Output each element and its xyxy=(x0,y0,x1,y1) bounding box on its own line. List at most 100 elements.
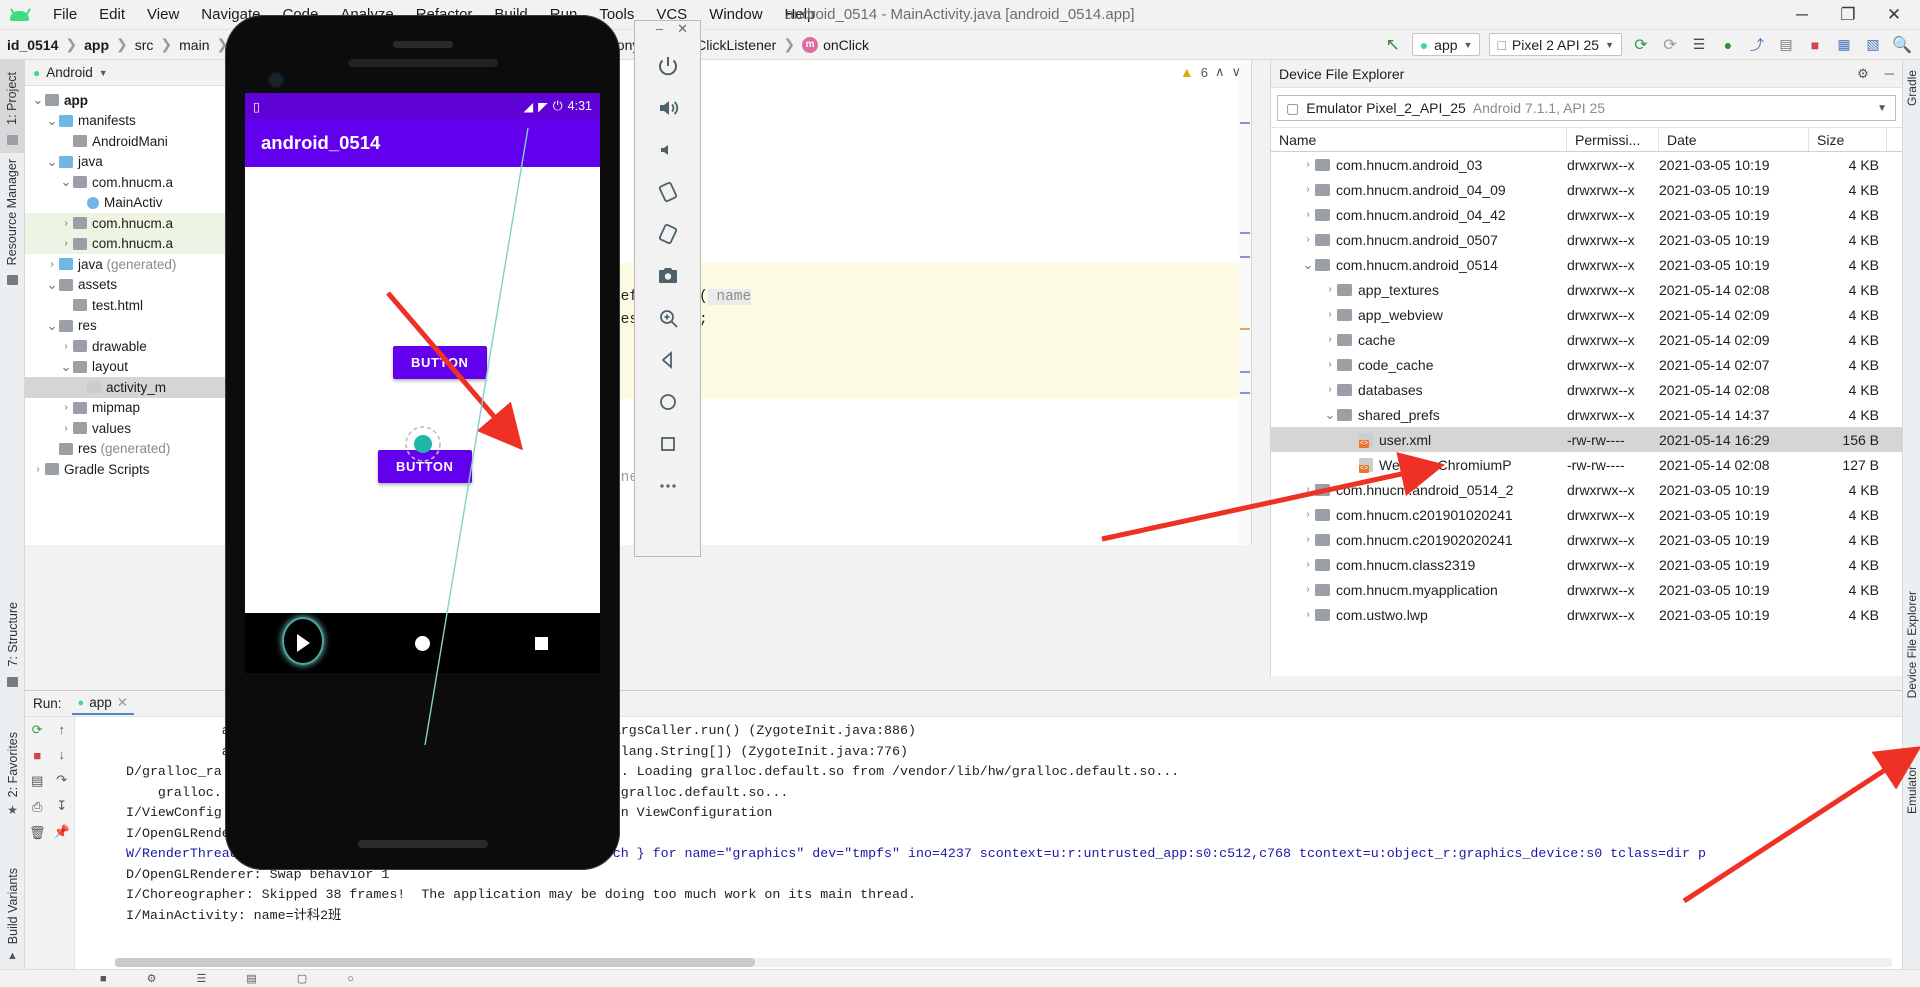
project-tree-row[interactable]: ⌄ manifests xyxy=(25,111,249,132)
sdk-manager-icon[interactable]: ▧ xyxy=(1863,35,1883,55)
power-icon[interactable] xyxy=(646,45,690,87)
tool-button-favorites[interactable]: 2: Favorites ★ xyxy=(0,726,25,817)
file-row[interactable]: › com.hnucm.myapplication drwxrwx--x 2021-0… xyxy=(1271,577,1902,602)
menu-file[interactable]: File xyxy=(42,3,88,26)
column-date[interactable]: Date xyxy=(1659,128,1809,151)
project-tree-row[interactable]: › java (generated) xyxy=(25,254,249,275)
status-icon-profiler[interactable]: ▤ xyxy=(246,972,256,985)
file-row[interactable]: ⌄ com.hnucm.android_0514 drwxrwx--x 2021-03… xyxy=(1271,252,1902,277)
status-icon-build[interactable]: ⚙ xyxy=(147,972,157,985)
recents-square-icon[interactable] xyxy=(534,636,548,650)
minimize-panel-icon[interactable]: ─ xyxy=(1885,66,1894,82)
tool-button-emulator[interactable]: Emulator xyxy=(1905,760,1919,820)
menu-edit[interactable]: Edit xyxy=(88,3,136,26)
chevron-right-icon[interactable]: › xyxy=(59,218,73,229)
chevron-right-icon[interactable]: › xyxy=(59,423,73,434)
attach-debugger-icon[interactable]: ⤴ xyxy=(1747,35,1767,55)
hammer-icon[interactable]: ↖ xyxy=(1383,35,1403,55)
chevron-down-icon[interactable]: ⌄ xyxy=(45,114,59,127)
chevron-right-icon[interactable]: › xyxy=(1301,184,1315,195)
back-button[interactable] xyxy=(282,617,325,665)
chevron-right-icon[interactable]: › xyxy=(59,341,73,352)
stop-icon[interactable]: ■ xyxy=(33,748,41,763)
chevron-right-icon[interactable]: › xyxy=(1301,159,1315,170)
file-row[interactable]: › com.hnucm.android_0514_2 drwxrwx--x 2021-… xyxy=(1271,477,1902,502)
button-2[interactable]: BUTTON xyxy=(378,450,472,483)
more-icon[interactable] xyxy=(646,465,690,507)
layout-icon[interactable]: ▤ xyxy=(31,773,43,789)
chevron-right-icon[interactable]: › xyxy=(31,464,45,475)
file-row[interactable]: › com.hnucm.android_04_42 drwxrwx--x 2021-0… xyxy=(1271,202,1902,227)
project-tree-row[interactable]: › Gradle Scripts xyxy=(25,459,249,480)
file-row[interactable]: › com.ustwo.lwp drwxrwx--x 2021-03-05 10:19… xyxy=(1271,602,1902,627)
pin-icon[interactable]: 📌 xyxy=(54,824,70,840)
project-tree-row[interactable]: res (generated) xyxy=(25,439,249,460)
close-button[interactable]: ✕ xyxy=(1884,5,1904,25)
chevron-right-icon[interactable]: › xyxy=(1301,534,1315,545)
chevron-right-icon[interactable]: › xyxy=(1323,359,1337,370)
chevron-right-icon[interactable]: › xyxy=(59,402,73,413)
screenshot-icon[interactable] xyxy=(646,255,690,297)
file-row[interactable]: ⌄ shared_prefs drwxrwx--x 2021-05-14 14:37 4… xyxy=(1271,402,1902,427)
chevron-down-icon[interactable]: ⌄ xyxy=(1301,258,1315,271)
project-tree-row[interactable]: activity_m xyxy=(25,377,249,398)
emulator-minimize-button[interactable]: – xyxy=(656,21,663,45)
home-circle-icon[interactable] xyxy=(414,635,430,651)
menu-window[interactable]: Window xyxy=(698,3,773,26)
file-row[interactable]: › app_webview drwxrwx--x 2021-05-14 02:09 4 … xyxy=(1271,302,1902,327)
chevron-right-icon[interactable]: › xyxy=(1323,284,1337,295)
chevron-down-icon[interactable]: ⌄ xyxy=(59,175,73,188)
print-icon[interactable]: ⎙ xyxy=(32,799,42,815)
device-selector-dropdown[interactable]: ▢ Emulator Pixel_2_API_25 Android 7.1.1,… xyxy=(1277,95,1896,121)
project-tree-row[interactable]: › com.hnucm.a xyxy=(25,213,249,234)
chevron-down-icon[interactable]: ⌄ xyxy=(59,360,73,373)
chevron-right-icon[interactable]: › xyxy=(1323,384,1337,395)
chevron-right-icon[interactable]: › xyxy=(1301,509,1315,520)
project-tree-row[interactable]: ⌄ com.hnucm.a xyxy=(25,172,249,193)
file-row[interactable]: › com.hnucm.c201901020241 drwxrwx--x 2021-0… xyxy=(1271,502,1902,527)
status-icon-terminal[interactable]: ■ xyxy=(100,973,107,985)
breadcrumb-main[interactable]: main xyxy=(176,37,212,53)
column-permissions[interactable]: Permissi... xyxy=(1567,128,1659,151)
file-row[interactable]: › com.hnucm.android_0507 drwxrwx--x 2021-03… xyxy=(1271,227,1902,252)
console-horizontal-scrollbar[interactable] xyxy=(115,958,1892,967)
chevron-right-icon[interactable]: › xyxy=(1301,584,1315,595)
file-row[interactable]: › cache drwxrwx--x 2021-05-14 02:09 4 KB xyxy=(1271,327,1902,352)
editor-marker-bar[interactable] xyxy=(1239,60,1251,545)
chevron-right-icon[interactable]: › xyxy=(59,238,73,249)
project-tree-row[interactable]: › com.hnucm.a xyxy=(25,233,249,254)
emulator-window[interactable]: ▯ ◢ ◤ ⏻ 4:31 android_0514 BUTTON BUTTON xyxy=(225,15,620,870)
run-config-selector[interactable]: ● app ▼ xyxy=(1411,33,1481,56)
zoom-icon[interactable] xyxy=(646,297,690,339)
chevron-down-icon[interactable]: ⌄ xyxy=(45,319,59,332)
chevron-right-icon[interactable]: › xyxy=(1323,309,1337,320)
volume-down-icon[interactable] xyxy=(646,129,690,171)
column-size[interactable]: Size xyxy=(1809,128,1887,151)
tool-button-resource-manager[interactable]: Resource Manager xyxy=(0,153,24,299)
emulator-close-button[interactable]: ✕ xyxy=(677,21,688,45)
close-tab-icon[interactable]: ✕ xyxy=(117,695,128,711)
emulator-screen[interactable]: ▯ ◢ ◤ ⏻ 4:31 android_0514 BUTTON BUTTON xyxy=(245,93,600,613)
project-tree-row[interactable]: › values xyxy=(25,418,249,439)
run-tab-app[interactable]: ● app ✕ xyxy=(71,693,135,715)
column-name[interactable]: Name xyxy=(1271,128,1567,151)
breadcrumb-src[interactable]: src xyxy=(132,37,157,53)
file-row[interactable]: › com.hnucm.android_04_09 drwxrwx--x 2021-0… xyxy=(1271,177,1902,202)
tool-button-structure[interactable]: 7: Structure xyxy=(0,596,25,687)
project-tree-row[interactable]: ⌄ java xyxy=(25,152,249,173)
project-tree-row[interactable]: test.html xyxy=(25,295,249,316)
tool-button-gradle[interactable]: Gradle xyxy=(1905,64,1919,112)
status-icon-event-log[interactable]: ○ xyxy=(347,973,354,985)
project-tree-row[interactable]: ⌄ layout xyxy=(25,357,249,378)
rerun-icon[interactable]: ⟳ xyxy=(32,722,43,738)
chevron-right-icon[interactable]: › xyxy=(1301,234,1315,245)
overview-icon[interactable] xyxy=(646,423,690,465)
file-row[interactable]: › app_textures drwxrwx--x 2021-05-14 02:08 4… xyxy=(1271,277,1902,302)
down-icon[interactable]: ↓ xyxy=(59,747,66,762)
chevron-down-icon[interactable]: ⌄ xyxy=(1323,408,1337,421)
run-icon[interactable]: ⟳ xyxy=(1631,35,1651,55)
project-tree-row[interactable]: ⌄ assets xyxy=(25,275,249,296)
soft-wrap-icon[interactable]: ↷ xyxy=(56,772,67,788)
chevron-down-icon[interactable]: ⌄ xyxy=(45,278,59,291)
chevron-right-icon[interactable]: › xyxy=(1323,334,1337,345)
